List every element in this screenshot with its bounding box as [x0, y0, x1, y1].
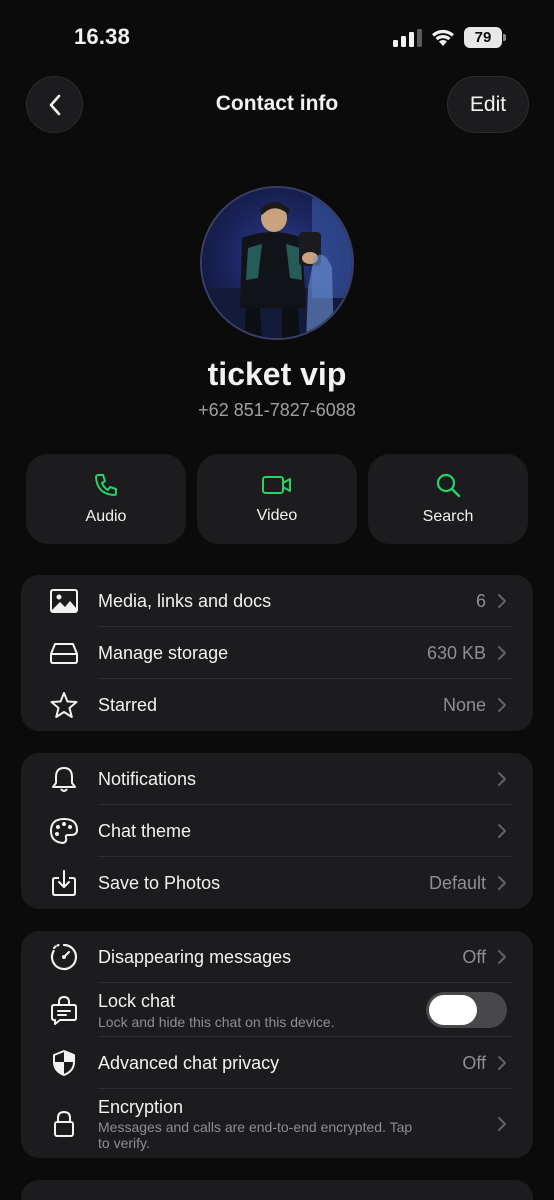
media-section: Media, links and docs 6 Manage storage 6… [21, 575, 533, 731]
encryption-row[interactable]: Encryption Messages and calls are end-to… [21, 1089, 533, 1158]
shield-icon [49, 1048, 79, 1078]
row-label: Encryption [98, 1097, 184, 1117]
cellular-signal-icon [393, 29, 422, 47]
star-icon [49, 690, 79, 720]
image-icon [49, 586, 79, 616]
bell-icon [49, 764, 79, 794]
battery-icon: 79 [464, 27, 506, 48]
audio-call-button[interactable]: Audio [26, 454, 186, 544]
chevron-right-icon [498, 646, 506, 660]
status-time: 16.38 [74, 24, 131, 49]
palette-icon [49, 816, 79, 846]
media-links-docs-row[interactable]: Media, links and docs 6 [21, 575, 533, 627]
row-label: Manage storage [98, 642, 229, 663]
next-section-peek [21, 1180, 533, 1200]
chevron-right-icon [498, 876, 506, 890]
chevron-right-icon [498, 1116, 506, 1131]
lock-chat-toggle[interactable] [426, 992, 507, 1028]
chevron-right-icon [498, 1056, 506, 1070]
storage-icon [49, 638, 79, 668]
download-icon [49, 868, 79, 898]
row-label: Starred [98, 694, 158, 715]
search-button[interactable]: Search [368, 454, 528, 544]
search-label: Search [422, 508, 474, 525]
advanced-chat-privacy-row[interactable]: Advanced chat privacy Off [21, 1037, 533, 1089]
row-value: None [442, 694, 486, 715]
row-value: Off [462, 1052, 486, 1073]
lock-chat-row[interactable]: Lock chat Lock and hide this chat on thi… [21, 983, 533, 1037]
row-value: Off [462, 946, 486, 967]
wifi-icon [432, 29, 454, 46]
row-subtitle: Lock and hide this chat on this device. [98, 1014, 335, 1030]
battery-level: 79 [464, 27, 502, 48]
chevron-right-icon [498, 950, 506, 964]
phone-icon [95, 474, 117, 496]
row-label: Chat theme [98, 820, 192, 841]
contact-name: ticket vip [207, 356, 347, 392]
manage-storage-row[interactable]: Manage storage 630 KB [21, 627, 533, 679]
row-label: Advanced chat privacy [98, 1052, 280, 1073]
search-icon [436, 473, 461, 498]
row-label: Save to Photos [98, 872, 221, 893]
chevron-right-icon [498, 772, 506, 786]
settings-section: Notifications Chat theme Save to Photos [21, 753, 533, 909]
starred-row[interactable]: Starred None [21, 679, 533, 731]
timer-icon [49, 942, 79, 972]
status-bar: 16.38 79 [0, 0, 554, 70]
row-label: Notifications [98, 768, 197, 789]
chevron-right-icon [498, 594, 506, 608]
quick-actions: Audio Video Search [26, 454, 528, 544]
row-subtitle: to verify. [98, 1135, 150, 1151]
row-label: Lock chat [98, 991, 176, 1011]
disappearing-messages-row[interactable]: Disappearing messages Off [21, 931, 533, 983]
chevron-right-icon [498, 698, 506, 712]
profile-photo [202, 188, 352, 338]
edit-button[interactable]: Edit [447, 76, 529, 133]
row-value: Default [428, 872, 486, 893]
lock-icon [49, 1109, 79, 1139]
row-subtitle: Messages and calls are end-to-end encryp… [98, 1119, 413, 1135]
chat-theme-row[interactable]: Chat theme [21, 805, 533, 857]
contact-phone: +62 851-7827-6088 [198, 400, 356, 420]
save-to-photos-row[interactable]: Save to Photos Default [21, 857, 533, 909]
chevron-right-icon [498, 824, 506, 838]
notifications-row[interactable]: Notifications [21, 753, 533, 805]
privacy-section: Disappearing messages Off Lock chat Lock… [21, 931, 533, 1158]
nav-bar: Contact info Edit [0, 76, 554, 134]
audio-label: Audio [85, 508, 127, 525]
row-label: Disappearing messages [98, 946, 292, 967]
row-value: 630 KB [426, 642, 486, 663]
video-icon [262, 476, 291, 494]
toggle-knob [429, 995, 477, 1025]
lock-chat-icon [49, 995, 79, 1025]
row-value: 6 [475, 590, 486, 611]
video-label: Video [256, 507, 298, 524]
video-call-button[interactable]: Video [197, 454, 357, 544]
row-label: Media, links and docs [98, 590, 272, 611]
avatar[interactable] [200, 186, 354, 340]
